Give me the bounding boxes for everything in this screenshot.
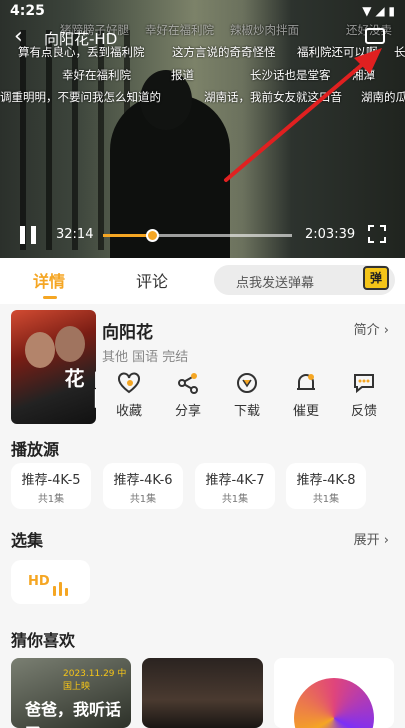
danmaku-comment: 福利院还可以啊 [297, 45, 378, 59]
bell-icon [297, 374, 315, 390]
detail-panel: 详情 评论 点我发送弹幕 弹 向阳花 向阳花 其他 国语 完结 简介 › 收藏 … [0, 258, 405, 728]
barrage-input[interactable]: 点我发送弹幕 弹 [214, 265, 395, 295]
danmaku-comment: 报道 [171, 68, 194, 82]
tab-bar: 详情 评论 点我发送弹幕 弹 [0, 258, 405, 304]
share-icon [178, 373, 198, 394]
fullscreen-icon[interactable] [368, 225, 386, 243]
status-time: 4:25 [10, 3, 45, 19]
feedback-label: 反馈 [350, 404, 377, 419]
poster-title: 向阳花 [61, 368, 96, 408]
feedback-icon [354, 374, 374, 394]
episodes-heading: 选集 [11, 531, 44, 550]
danmaku-comment: 湘潭 [352, 68, 375, 82]
danmaku-comment: 湖南话，我前女友就这口音 [204, 90, 342, 104]
source-item[interactable]: 推荐-4K-5 共1集 [11, 463, 91, 509]
source-item[interactable]: 推荐-4K-7 共1集 [195, 463, 275, 509]
danmaku-comment: 长沙话也是堂客 [250, 68, 331, 82]
source-name: 推荐-4K-8 [296, 473, 356, 488]
danmaku-comment: 算有点良心，丢到福利院 [18, 45, 145, 59]
download-label: 下载 [233, 404, 260, 419]
pause-icon[interactable] [20, 226, 36, 244]
cast-tv-icon[interactable] [365, 28, 385, 44]
download-icon [237, 373, 257, 393]
playing-equalizer-icon [53, 577, 71, 596]
source-name: 推荐-4K-5 [21, 473, 81, 488]
tab-details[interactable]: 详情 [33, 268, 65, 292]
app-logo [294, 678, 374, 728]
active-tab-indicator [43, 296, 57, 299]
intro-label: 简介 [353, 323, 380, 338]
movie-title: 向阳花 [102, 323, 153, 343]
source-count: 共1集 [221, 494, 249, 505]
source-list: 推荐-4K-5 共1集 推荐-4K-6 共1集 推荐-4K-7 共1集 推荐-4… [11, 463, 405, 509]
source-count: 共1集 [37, 494, 65, 505]
barrage-placeholder: 点我发送弹幕 [236, 276, 315, 291]
heart-icon [118, 372, 140, 394]
danmaku-comment: 湖南的瓜 [361, 90, 405, 104]
movie-meta: 其他 国语 完结 [102, 350, 189, 365]
danmaku-comment: 幸好在福利院 [62, 68, 131, 82]
expand-episodes-link[interactable]: 展开 › [354, 529, 389, 548]
status-icons: ▼ ◢ ▮ [362, 4, 395, 18]
danmaku-comment: 调重明明，不要问我怎么知道的 [0, 90, 161, 104]
tab-comments[interactable]: 评论 [136, 268, 168, 292]
download-button[interactable]: 下载 [220, 372, 274, 419]
recommend-card[interactable] [142, 658, 263, 728]
share-label: 分享 [174, 404, 201, 419]
recommend-card[interactable]: 2023.11.29 中国上映 爸爸，我听话了 [11, 658, 131, 728]
source-item[interactable]: 推荐-4K-6 共1集 [103, 463, 183, 509]
seek-bar-handle[interactable] [146, 229, 160, 242]
total-time: 2:03:39 [305, 227, 356, 242]
source-count: 共1集 [129, 494, 157, 505]
video-player[interactable]: 4:25 ▼ ◢ ▮ 猪蹄膀子好腿 幸好在福利院 辣椒炒肉拌面 还好没卖 ‹ 向… [0, 0, 405, 258]
source-count: 共1集 [312, 494, 340, 505]
danmaku-comment: 这方言说的奇奇怪怪 [172, 45, 276, 59]
feedback-button[interactable]: 反馈 [337, 372, 391, 419]
player-controls: 32:14 2:03:39 [0, 222, 405, 250]
expand-label: 展开 [353, 533, 380, 548]
barrage-send-icon[interactable]: 弹 [363, 266, 389, 290]
danmaku-comment: 长 [394, 45, 405, 59]
recommend-heading: 猜你喜欢 [11, 631, 76, 650]
request-update-button[interactable]: 催更 [279, 372, 333, 419]
share-button[interactable]: 分享 [161, 372, 215, 419]
episode-label: HD [28, 574, 50, 589]
chevron-right-icon: › [383, 533, 389, 548]
source-item[interactable]: 推荐-4K-8 共1集 [286, 463, 366, 509]
sources-heading: 播放源 [11, 440, 60, 459]
recommend-title: 爸爸，我听话了 [25, 700, 122, 728]
intro-link[interactable]: 简介 › [354, 319, 389, 338]
favorite-label: 收藏 [115, 404, 142, 419]
recommend-date: 2023.11.29 中国上映 [63, 669, 127, 692]
source-name: 推荐-4K-6 [113, 473, 173, 488]
favorite-button[interactable]: 收藏 [102, 372, 156, 419]
movie-info: 向阳花 向阳花 其他 国语 完结 简介 › 收藏 分享 下载 催更 [0, 310, 405, 428]
chevron-right-icon: › [383, 323, 389, 338]
recommend-card[interactable] [274, 658, 394, 728]
seek-bar[interactable] [103, 229, 292, 242]
action-row: 收藏 分享 下载 催更 反馈 [105, 372, 405, 427]
seek-bar-progress [103, 234, 153, 237]
movie-poster[interactable]: 向阳花 [11, 310, 96, 424]
request-update-label: 催更 [292, 404, 319, 419]
episode-item[interactable]: HD [11, 560, 90, 604]
status-bar: 4:25 ▼ ◢ ▮ [0, 0, 405, 24]
current-time: 32:14 [56, 227, 94, 242]
source-name: 推荐-4K-7 [205, 473, 265, 488]
